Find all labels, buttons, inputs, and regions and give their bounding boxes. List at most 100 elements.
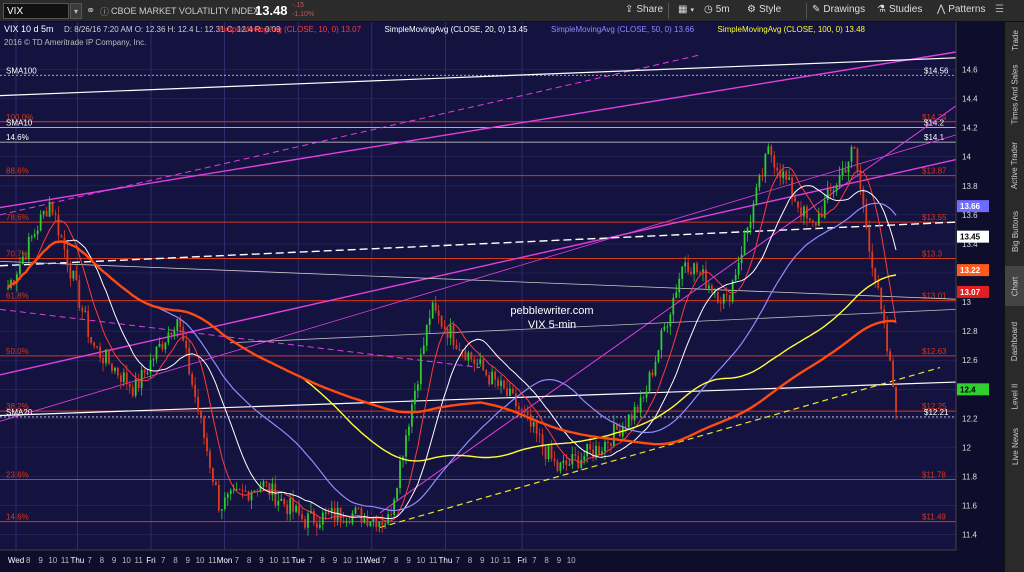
candle-body — [630, 414, 633, 421]
x-day-label: Wed — [8, 556, 24, 565]
candle-body — [853, 147, 856, 149]
candle-body — [660, 330, 663, 351]
candle-body — [128, 384, 131, 388]
candle-body — [54, 213, 57, 215]
link-icon[interactable]: ⚭ — [86, 4, 95, 17]
side-tab-chart[interactable]: Chart — [1005, 266, 1024, 306]
candle-body — [467, 352, 470, 361]
candle-body — [627, 414, 630, 428]
side-tab-dashboard[interactable]: Dashboard — [1005, 312, 1024, 370]
candle-body — [877, 281, 880, 289]
candle-body — [247, 491, 250, 501]
candle-body — [856, 148, 859, 171]
candle-body — [470, 352, 473, 360]
candle-body — [143, 369, 146, 374]
candle-body — [514, 393, 517, 407]
symbol-input[interactable] — [3, 3, 69, 19]
candle-body — [134, 379, 137, 396]
last-price: 13.48 — [255, 3, 288, 18]
candle-body — [803, 206, 805, 217]
candle-body — [42, 210, 45, 215]
x-day-label: Fri — [517, 556, 527, 565]
candle-body — [354, 507, 357, 514]
candle-body — [223, 497, 226, 510]
x-tick-label: 7 — [382, 556, 387, 565]
candle-body — [719, 302, 722, 304]
candle-body — [342, 520, 345, 523]
candle-body — [800, 207, 802, 217]
candle-body — [21, 256, 24, 265]
candle-body — [892, 360, 894, 388]
level-name-label: 14.6% — [6, 133, 29, 142]
fib-price-label: $11.78 — [922, 470, 946, 479]
x-tick-label: 10 — [567, 556, 576, 565]
candle-body — [78, 280, 81, 308]
candle-body — [170, 332, 173, 335]
symbol-dropdown-icon[interactable]: ▾ — [70, 3, 82, 19]
candle-body — [422, 345, 425, 355]
candle-body — [633, 406, 636, 421]
x-tick-label: 8 — [26, 556, 31, 565]
side-tab-level-ii[interactable]: Level II — [1005, 376, 1024, 416]
candle-body — [215, 481, 217, 485]
price-chart[interactable]: 100.0% $14.2488.6% $13.8778.6% $13.5570.7% $… — [0, 22, 1004, 572]
x-tick-label: 8 — [321, 556, 326, 565]
style-button[interactable]: ⚙ Style — [747, 4, 781, 15]
x-tick-label: 7 — [532, 556, 537, 565]
candle-body — [553, 458, 556, 462]
candle-body — [66, 249, 69, 266]
x-tick-label: 8 — [468, 556, 473, 565]
price-tag-label: 13.66 — [960, 202, 981, 211]
candle-body — [675, 292, 678, 298]
candle-body — [36, 230, 39, 235]
x-tick-label: 8 — [544, 556, 549, 565]
drawings-button[interactable]: ✎ Drawings — [812, 4, 865, 15]
studies-button[interactable]: ⚗ Studies — [877, 4, 922, 15]
candle-body — [708, 285, 710, 289]
candle-body — [449, 325, 452, 339]
candle-body — [586, 444, 589, 457]
y-tick-label: 14.2 — [962, 124, 978, 133]
candle-body — [764, 154, 767, 177]
candle-body — [244, 490, 247, 492]
grid-button[interactable]: ▦ ▾ — [678, 4, 694, 15]
candle-body — [428, 318, 431, 325]
side-tab-times-and-sales[interactable]: Times And Sales — [1005, 60, 1024, 128]
candle-body — [405, 435, 407, 457]
x-tick-label: 7 — [235, 556, 240, 565]
share-button[interactable]: ⇪ Share — [625, 4, 663, 15]
candle-body — [360, 508, 363, 523]
candle-body — [333, 507, 336, 521]
side-tab-big-buttons[interactable]: Big Buttons — [1005, 202, 1024, 260]
candle-body — [369, 521, 372, 526]
menu-icon[interactable]: ☰ — [995, 4, 1004, 15]
side-tab-live-news[interactable]: Live News — [1005, 422, 1024, 470]
candle-body — [559, 462, 562, 472]
candle-body — [238, 489, 241, 491]
candle-body — [773, 155, 776, 168]
x-day-label: Thu — [70, 556, 84, 565]
candle-body — [895, 387, 897, 413]
candle-body — [191, 373, 194, 385]
candle-body — [411, 404, 413, 427]
candle-body — [517, 406, 520, 410]
candle-body — [111, 363, 113, 372]
candle-body — [173, 330, 176, 335]
x-day-label: Fri — [146, 556, 156, 565]
candle-body — [443, 327, 446, 329]
candle-body — [69, 265, 72, 279]
candle-body — [847, 161, 850, 173]
info-icon[interactable]: ⓘ — [100, 5, 109, 18]
y-tick-label: 13 — [962, 298, 971, 307]
candle-body — [419, 354, 422, 385]
side-tab-trade[interactable]: Trade — [1005, 26, 1024, 54]
fib-percent-label: 50.0% — [6, 347, 29, 356]
time-frame-button[interactable]: ◷ 5m — [704, 4, 730, 15]
candle-body — [604, 441, 606, 452]
candle-body — [315, 523, 318, 528]
candle-body — [672, 297, 675, 315]
patterns-button[interactable]: ⋀ Patterns — [937, 4, 985, 15]
x-tick-label: 10 — [122, 556, 131, 565]
study-label-1: SimpleMovingAvg (CLOSE, 20, 0) 13.45 — [385, 25, 529, 34]
side-tab-active-trader[interactable]: Active Trader — [1005, 134, 1024, 196]
